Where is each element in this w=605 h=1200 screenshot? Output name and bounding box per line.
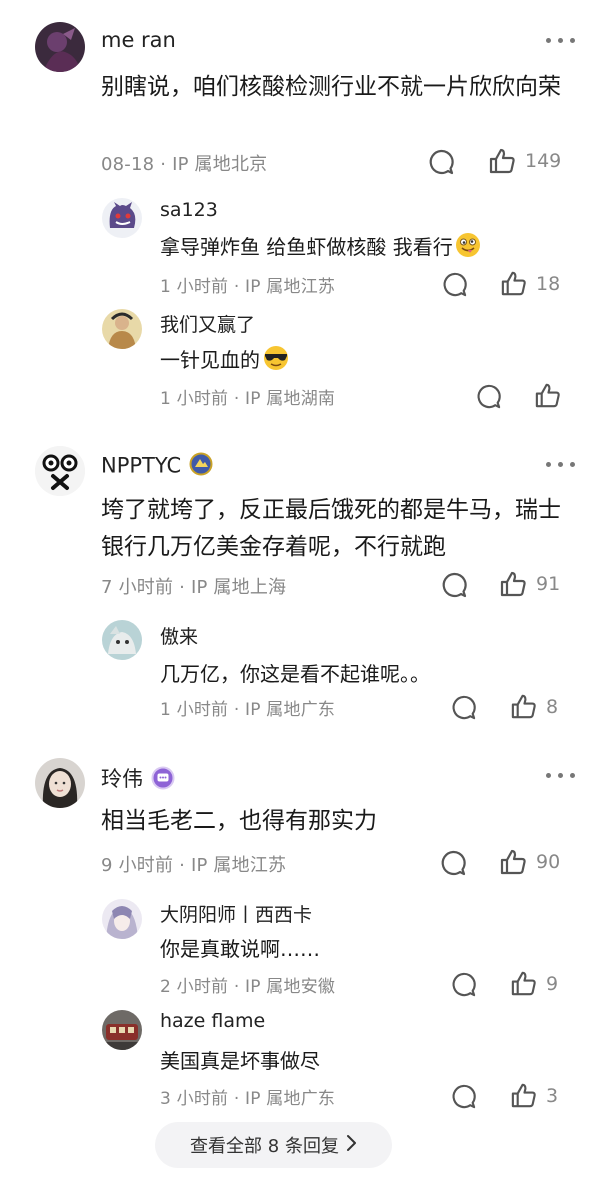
comment-icon [443, 272, 467, 297]
username-text: NPPTYC [101, 453, 182, 478]
thumbs-up-icon [500, 849, 526, 875]
comment-meta: 08-18 · IP 属地北京 [101, 154, 268, 175]
username[interactable]: sa123 [160, 199, 218, 221]
username[interactable]: NPPTYC [101, 452, 213, 481]
more-icon[interactable] [546, 462, 575, 467]
username-text: 玲伟 [101, 767, 143, 791]
thumbs-up-icon [511, 971, 536, 996]
like-count: 9 [546, 972, 559, 995]
like-button[interactable]: 149 [487, 146, 561, 176]
avatar-aolai[interactable] [102, 620, 142, 660]
reply-text-content: 拿导弹炸鱼 给鱼虾做核酸 我看行 [160, 235, 453, 259]
username[interactable]: me ran [101, 28, 176, 52]
reply-button[interactable] [440, 571, 468, 599]
avatar-me-ran[interactable] [35, 22, 85, 72]
reply-button[interactable] [427, 148, 455, 176]
like-count: 3 [546, 1084, 559, 1107]
comment-meta: 9 小时前 · IP 属地江苏 [101, 855, 287, 876]
thumbs-up-icon [511, 1083, 536, 1108]
reply-text-content: 一针见血的 [160, 348, 260, 372]
username[interactable]: 大阴阳师丨西西卡 [160, 900, 312, 927]
sunglasses-emoji-icon [262, 345, 290, 379]
reply-button[interactable] [441, 271, 468, 298]
username[interactable]: 傲来 [160, 622, 198, 649]
more-icon[interactable] [546, 773, 575, 778]
avatar-sa123[interactable] [102, 198, 142, 238]
thumbs-up-icon [489, 148, 515, 174]
like-button[interactable]: 18 [499, 269, 560, 298]
comment-icon [452, 1084, 476, 1109]
reply-button[interactable] [450, 694, 477, 721]
like-button[interactable]: 8 [509, 692, 558, 721]
reply-meta: 1 小时前 · IP 属地湖南 [160, 389, 336, 409]
like-count: 8 [546, 695, 559, 718]
like-count: 18 [536, 272, 561, 295]
reply-button[interactable] [450, 1083, 477, 1110]
thumbs-up-icon [535, 383, 560, 408]
like-count: 91 [536, 573, 561, 595]
avatar-lingwei[interactable] [35, 758, 85, 808]
view-all-label: 查看全部 8 条回复 [190, 1136, 339, 1157]
reply-text: 几万亿，你这是看不起谁呢。。 [160, 662, 430, 686]
more-icon[interactable] [546, 38, 575, 43]
reply-button[interactable] [475, 383, 502, 410]
reply-text: 你是真敢说啊…… [160, 937, 320, 961]
comment-icon [442, 572, 467, 598]
chevron-right-icon [345, 1133, 357, 1157]
chat-badge-icon [151, 766, 175, 795]
thumbs-up-icon [501, 271, 526, 296]
like-button[interactable]: 91 [498, 569, 560, 599]
reply-meta: 1 小时前 · IP 属地江苏 [160, 277, 336, 297]
comment-icon [429, 149, 454, 175]
reply-text: 拿导弹炸鱼 给鱼虾做核酸 我看行 [160, 232, 580, 266]
username[interactable]: haze flame [160, 1010, 265, 1032]
reply-text: 美国真是坏事做尽 [160, 1049, 320, 1073]
reply-meta: 2 小时前 · IP 属地安徽 [160, 977, 336, 997]
like-button[interactable]: 9 [509, 969, 558, 998]
reply-text: 一针见血的 [160, 345, 580, 379]
reply-button[interactable] [439, 849, 467, 877]
comment-icon [441, 850, 466, 876]
verified-badge-icon [189, 452, 213, 481]
avatar-da-yinyangshi[interactable] [102, 899, 142, 939]
goofy-face-emoji-icon [455, 232, 481, 266]
reply-button[interactable] [450, 971, 477, 998]
comment-icon [452, 695, 476, 720]
like-button[interactable]: 90 [498, 847, 560, 877]
view-all-replies-button[interactable]: 查看全部 8 条回复 [155, 1122, 392, 1168]
thumbs-up-icon [511, 694, 536, 719]
thumbs-up-icon [500, 571, 526, 597]
avatar-we-won-again[interactable] [102, 309, 142, 349]
comment-text: 垮了就垮了，反正最后饿死的都是牛马，瑞士银行几万亿美金存着呢，不行就跑 [101, 497, 561, 560]
username[interactable]: 我们又赢了 [160, 310, 255, 337]
like-count: 90 [536, 851, 561, 873]
avatar-nppytc[interactable] [35, 446, 85, 496]
like-count: 149 [525, 150, 562, 172]
like-button[interactable] [533, 381, 570, 410]
reply-meta: 1 小时前 · IP 属地广东 [160, 700, 336, 720]
comment-icon [477, 384, 501, 409]
comment-text: 别瞎说，咱们核酸检测行业不就一片欣欣向荣 [101, 74, 561, 100]
comment-meta: 7 小时前 · IP 属地上海 [101, 577, 287, 598]
avatar-haze-flame[interactable] [102, 1010, 142, 1050]
like-button[interactable]: 3 [509, 1081, 558, 1110]
comment-text: 相当毛老二，也得有那实力 [101, 808, 377, 834]
reply-meta: 3 小时前 · IP 属地广东 [160, 1089, 336, 1109]
username[interactable]: 玲伟 [101, 763, 175, 795]
comment-icon [452, 972, 476, 997]
